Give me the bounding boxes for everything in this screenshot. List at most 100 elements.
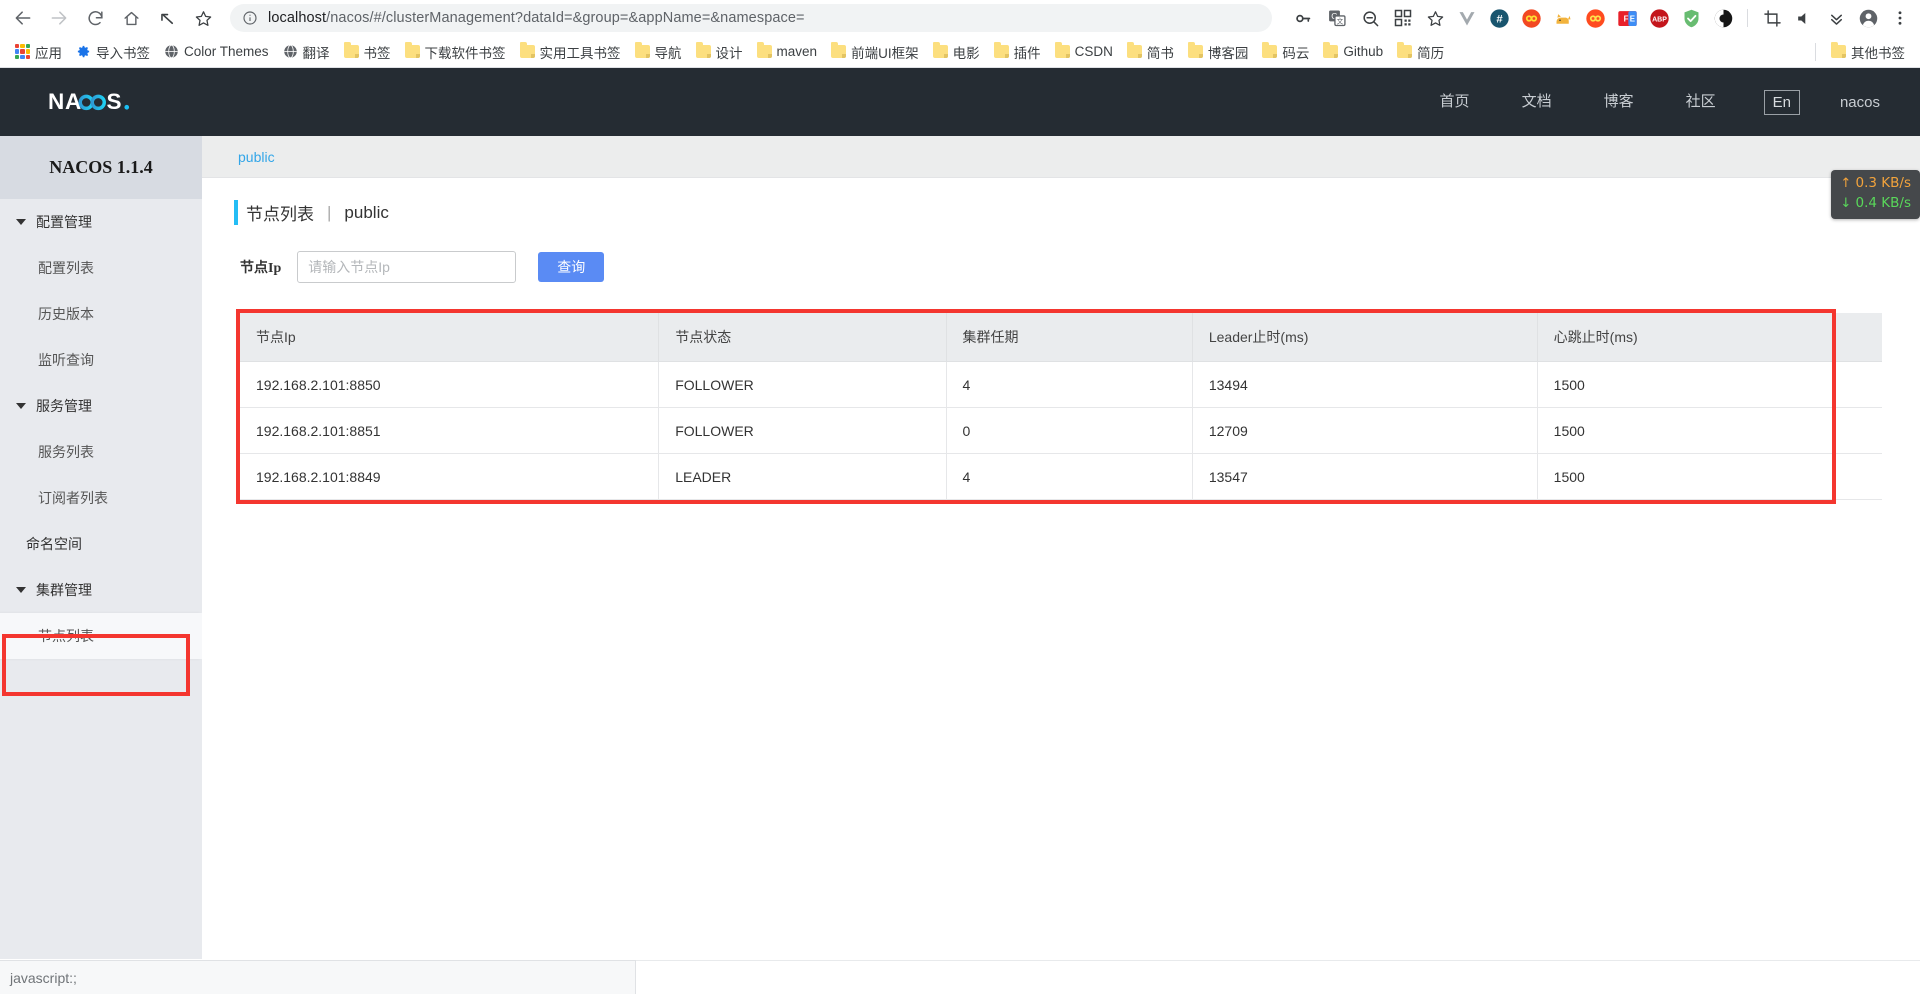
adguard-shield-icon[interactable] <box>1677 4 1705 32</box>
fe-helper-icon[interactable]: FE <box>1613 4 1641 32</box>
sidebar-group-label: 集群管理 <box>36 582 92 598</box>
table-row[interactable]: 192.168.2.101:8850 FOLLOWER 4 13494 1500 <box>240 361 1882 408</box>
query-button[interactable]: 查询 <box>538 252 605 282</box>
cell-spacer <box>1832 407 1882 454</box>
kebab-menu-icon[interactable] <box>1886 4 1914 32</box>
sidebar-item-history-version[interactable]: 历史版本 <box>0 291 202 337</box>
cat-extension-icon[interactable] <box>1549 4 1577 32</box>
back-arrow-icon[interactable] <box>6 3 40 33</box>
folder-icon <box>1054 42 1070 58</box>
bookmark-star-icon[interactable] <box>1426 9 1445 28</box>
bookmark-label: 翻译 <box>302 45 330 61</box>
chevrons-down-icon[interactable] <box>1822 4 1850 32</box>
sidebar-item-subscriber-list[interactable]: 订阅者列表 <box>0 475 202 521</box>
bookmark-import[interactable]: 导入书签 <box>69 39 157 65</box>
node-table: 节点Ip 节点状态 集群任期 Leader止时(ms) 心跳止时(ms) 192… <box>240 313 1882 500</box>
sidebar-item-namespace[interactable]: 命名空间 <box>0 521 202 567</box>
bookmark-label: 博客园 <box>1207 45 1249 61</box>
reload-icon[interactable] <box>78 3 112 33</box>
table-header: 节点Ip 节点状态 集群任期 Leader止时(ms) 心跳止时(ms) <box>240 313 1882 362</box>
bookmark-folder[interactable]: 设计 <box>689 39 750 65</box>
column-header-spacer <box>1832 313 1882 362</box>
bookmark-folder[interactable]: 下载软件书签 <box>398 39 513 65</box>
bookmark-folder[interactable]: 简历 <box>1390 39 1451 65</box>
breadcrumb-public-link[interactable]: public <box>238 149 275 165</box>
nacos-logo[interactable]: NA S <box>48 87 198 117</box>
forward-arrow-icon[interactable] <box>42 3 76 33</box>
sidebar-item-config-list[interactable]: 配置列表 <box>0 245 202 291</box>
address-bar[interactable]: localhost/nacos/#/clusterManagement?data… <box>230 4 1272 32</box>
bookmark-label: 简历 <box>1417 45 1445 61</box>
bookmark-translate[interactable]: 翻译 <box>276 39 337 65</box>
bookmark-folder[interactable]: 博客园 <box>1181 39 1256 65</box>
bookmark-folder[interactable]: 简书 <box>1120 39 1181 65</box>
sidebar-group-config-management[interactable]: 配置管理 <box>0 199 202 245</box>
bookmark-folder[interactable]: 插件 <box>987 39 1048 65</box>
dark-reader-icon[interactable] <box>1709 4 1737 32</box>
sidebar-item-node-list[interactable]: 节点列表 <box>0 613 202 659</box>
header-nav-community[interactable]: 社区 <box>1660 68 1742 136</box>
bookmark-folder[interactable]: 电影 <box>926 39 987 65</box>
bookmark-other-bookmarks[interactable]: 其他书签 <box>1824 39 1912 65</box>
hash-extension-icon[interactable]: # <box>1485 4 1513 32</box>
infinity-red-icon[interactable] <box>1517 4 1545 32</box>
table-row[interactable]: 192.168.2.101:8851 FOLLOWER 0 12709 1500 <box>240 407 1882 454</box>
globe-icon <box>283 44 298 59</box>
volume-icon[interactable] <box>1790 4 1818 32</box>
vue-devtools-icon[interactable] <box>1453 4 1481 32</box>
node-ip-label: 节点Ip <box>240 261 282 276</box>
bookmark-folder[interactable]: 书签 <box>337 39 398 65</box>
cell-cluster-term: 4 <box>946 361 1193 408</box>
bookmark-folder[interactable]: 码云 <box>1255 39 1316 65</box>
status-bar-right <box>636 960 1920 994</box>
node-ip-input[interactable] <box>297 251 517 283</box>
user-menu[interactable]: nacos <box>1822 94 1880 111</box>
adblock-plus-icon[interactable]: ABP <box>1645 4 1673 32</box>
cell-cluster-term: 4 <box>946 453 1193 500</box>
column-header-leader-timeout: Leader止时(ms) <box>1192 313 1538 362</box>
folder-icon <box>1187 42 1203 58</box>
home-icon[interactable] <box>114 3 148 33</box>
sidebar-item-service-list[interactable]: 服务列表 <box>0 429 202 475</box>
infinity-orange-icon[interactable] <box>1581 4 1609 32</box>
key-icon[interactable] <box>1294 9 1313 28</box>
bookmark-folder[interactable]: CSDN <box>1048 41 1120 62</box>
header-nav-home[interactable]: 首页 <box>1414 68 1496 136</box>
crop-icon[interactable] <box>1758 4 1786 32</box>
bookmark-folder[interactable]: 实用工具书签 <box>513 39 628 65</box>
header-nav: 首页 文档 博客 社区 En nacos <box>1414 68 1920 136</box>
bookmark-label: 导航 <box>654 45 682 61</box>
table-row[interactable]: 192.168.2.101:8849 LEADER 4 13547 1500 <box>240 453 1882 500</box>
bookmark-folder[interactable]: 前端UI框架 <box>824 39 926 65</box>
browser-window: localhost/nacos/#/clusterManagement?data… <box>0 0 1920 994</box>
folder-icon <box>695 42 711 58</box>
bookmark-folder[interactable]: Github <box>1316 41 1390 62</box>
bookmark-label: 应用 <box>35 45 62 61</box>
info-circle-icon[interactable] <box>242 10 258 26</box>
folder-icon <box>756 42 772 58</box>
bookmark-label: Github <box>1343 44 1384 59</box>
profile-avatar-icon[interactable] <box>1854 4 1882 32</box>
undo-arrow-icon[interactable] <box>150 3 184 33</box>
header-nav-docs[interactable]: 文档 <box>1496 68 1578 136</box>
zoom-out-icon[interactable] <box>1361 9 1380 28</box>
sidebar-group-cluster-management[interactable]: 集群管理 <box>0 567 202 613</box>
cell-spacer <box>1832 361 1882 408</box>
caret-down-icon <box>16 403 26 409</box>
globe-icon <box>164 44 179 59</box>
caret-down-icon <box>16 219 26 225</box>
language-toggle[interactable]: En <box>1763 89 1800 115</box>
bookmark-folder[interactable]: 导航 <box>628 39 689 65</box>
translate-icon[interactable]: G文 <box>1327 8 1347 28</box>
qrcode-icon[interactable] <box>1394 9 1412 27</box>
bookmark-color-themes[interactable]: Color Themes <box>157 41 276 62</box>
omnibox-actions: G文 <box>1294 8 1445 28</box>
sidebar-group-label: 命名空间 <box>26 536 82 552</box>
star-outline-icon[interactable] <box>186 3 220 33</box>
gear-icon <box>76 44 91 59</box>
header-nav-blog[interactable]: 博客 <box>1578 68 1660 136</box>
bookmark-folder[interactable]: maven <box>750 41 825 62</box>
bookmark-apps[interactable]: 应用 <box>8 39 69 65</box>
sidebar-item-listen-query[interactable]: 监听查询 <box>0 337 202 383</box>
sidebar-group-service-management[interactable]: 服务管理 <box>0 383 202 429</box>
